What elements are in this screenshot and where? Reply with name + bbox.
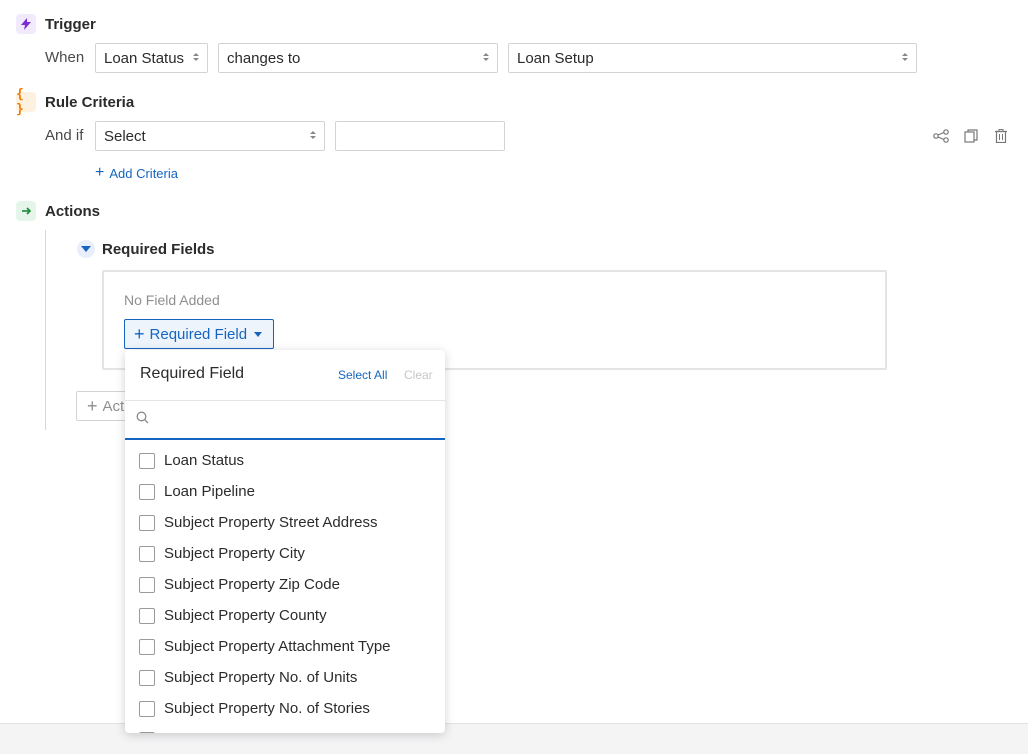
add-required-field-button[interactable]: + Required Field (124, 319, 274, 349)
criteria-field-select[interactable]: Select (95, 121, 325, 151)
checkbox[interactable] (139, 669, 155, 686)
trigger-operator-select[interactable]: changes to (218, 43, 498, 73)
criteria-field-value: Select (104, 127, 146, 145)
list-item-label: Subject Property No. of Units (164, 669, 358, 686)
list-item-label: Loan Pipeline (164, 483, 255, 500)
dropdown-title: Required Field (140, 365, 245, 382)
and-if-label: And if (45, 127, 84, 144)
list-item[interactable]: Subject Property Street Address (125, 507, 445, 538)
dropdown-search (125, 400, 445, 440)
add-action-label: Act (102, 397, 125, 415)
criteria-section-header: { } Rule Criteria (16, 87, 135, 117)
required-field-dropdown: Required Field Select All Clear Loan Sta… (125, 350, 445, 733)
search-input[interactable] (157, 411, 427, 428)
select-arrows-icon (193, 53, 199, 61)
trigger-section-header: Trigger (16, 14, 96, 34)
add-criteria-link[interactable]: + Add Criteria (95, 164, 178, 182)
copy-icon[interactable] (962, 127, 980, 145)
checkbox[interactable] (139, 514, 155, 531)
add-criteria-label: Add Criteria (109, 165, 178, 181)
actions-title: Actions (45, 202, 101, 220)
required-fields-title: Required Fields (102, 240, 215, 258)
trigger-field-value: Loan Status (104, 49, 185, 67)
select-arrows-icon (902, 53, 908, 61)
required-fields-header[interactable]: Required Fields (77, 240, 215, 258)
list-item-label: Subject Property Street Address (164, 514, 378, 531)
share-icon[interactable] (932, 127, 950, 145)
caret-down-icon (254, 331, 263, 337)
add-required-field-label: Required Field (149, 325, 248, 343)
list-item-label: Subject Property Attachment Type (164, 638, 391, 655)
criteria-value-input[interactable] (335, 121, 505, 151)
trigger-operator-value: changes to (227, 49, 301, 67)
criteria-title: Rule Criteria (45, 93, 135, 111)
list-item-label: Subject Property City (164, 545, 305, 562)
lightning-icon (16, 14, 36, 34)
trigger-field-select[interactable]: Loan Status (95, 43, 208, 73)
checkbox[interactable] (139, 452, 155, 469)
checkbox[interactable] (139, 576, 155, 593)
clear-link[interactable]: Clear (404, 368, 433, 382)
plus-icon: + (87, 395, 98, 416)
list-item[interactable]: Subject Property No. of Stories (125, 693, 445, 724)
empty-state-text: No Field Added (124, 292, 220, 308)
checkbox[interactable] (139, 731, 155, 733)
list-item[interactable]: Loan Status (125, 445, 445, 476)
checkbox[interactable] (139, 545, 155, 562)
list-item-label: Loan Status (164, 452, 245, 469)
dropdown-list: Loan Status Loan Pipeline Subject Proper… (125, 445, 445, 733)
chevron-down-icon[interactable] (77, 240, 95, 258)
trigger-value-select[interactable]: Loan Setup (508, 43, 917, 73)
when-label: When (45, 49, 85, 66)
checkbox[interactable] (139, 483, 155, 500)
braces-icon: { } (16, 87, 36, 117)
plus-icon: + (95, 164, 105, 181)
list-item-label: Subject Property No. of Stories (164, 700, 370, 717)
list-item[interactable]: Subject Property Zip Code (125, 569, 445, 600)
list-item[interactable]: Subject Property Attachment Type (125, 631, 445, 662)
arrow-right-icon (16, 201, 36, 221)
checkbox[interactable] (139, 638, 155, 655)
list-item[interactable]: Subject Property County (125, 600, 445, 631)
trigger-value-value: Loan Setup (517, 49, 594, 67)
select-arrows-icon (310, 131, 316, 139)
select-arrows-icon (483, 53, 489, 61)
list-item-label: Subject Property County (164, 607, 327, 624)
list-item[interactable]: Loan Pipeline (125, 476, 445, 507)
trigger-title: Trigger (45, 15, 96, 33)
checkbox[interactable] (139, 700, 155, 717)
plus-icon: + (134, 323, 145, 344)
list-item-label: Subject Property Zip Code (164, 576, 340, 593)
list-item[interactable]: Subject Property No. of Units (125, 662, 445, 693)
actions-divider (45, 230, 46, 430)
checkbox[interactable] (139, 607, 155, 624)
list-item-partial[interactable] (125, 724, 445, 733)
trash-icon[interactable] (992, 127, 1010, 145)
search-icon (136, 411, 149, 429)
list-item[interactable]: Subject Property City (125, 538, 445, 569)
select-all-link[interactable]: Select All (338, 368, 387, 382)
actions-section-header: Actions (16, 201, 100, 221)
